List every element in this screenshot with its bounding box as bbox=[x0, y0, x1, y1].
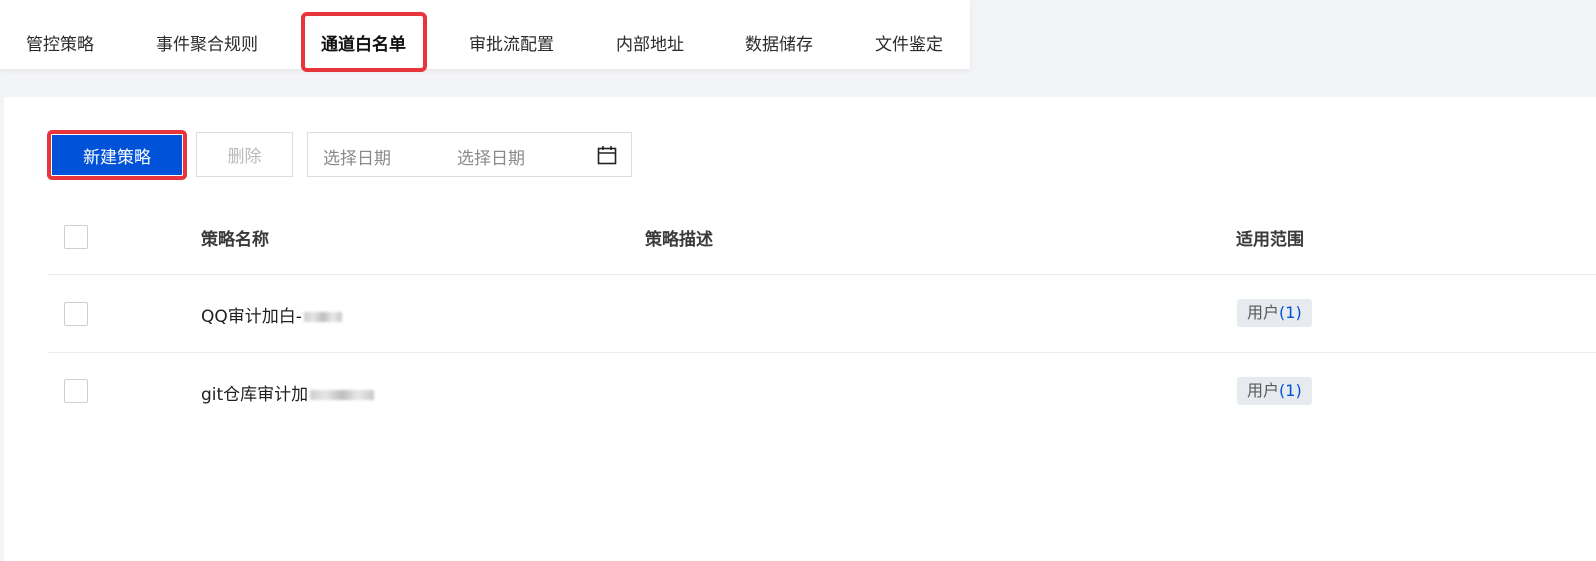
table-row-name[interactable]: QQ审计加白- bbox=[201, 302, 342, 327]
calendar-icon[interactable] bbox=[597, 145, 617, 165]
scope-tag[interactable]: 用户(1) bbox=[1237, 299, 1312, 327]
tab-data-storage[interactable]: 数据储存 bbox=[745, 30, 813, 60]
date-end-input[interactable]: 选择日期 bbox=[457, 144, 525, 169]
header-divider bbox=[48, 274, 1596, 275]
column-header-description: 策略描述 bbox=[645, 230, 713, 250]
tab-internal-address[interactable]: 内部地址 bbox=[616, 30, 684, 60]
row-checkbox[interactable] bbox=[64, 302, 88, 326]
row-checkbox[interactable] bbox=[64, 379, 88, 403]
tab-file-identification[interactable]: 文件鉴定 bbox=[875, 30, 943, 60]
tab-approval-flow[interactable]: 审批流配置 bbox=[469, 30, 554, 60]
row-divider bbox=[48, 352, 1596, 353]
select-all-checkbox[interactable] bbox=[64, 225, 88, 249]
active-tab-highlight bbox=[301, 12, 427, 72]
redacted-text bbox=[303, 312, 342, 322]
date-start-input[interactable]: 选择日期 bbox=[323, 144, 391, 169]
scope-tag[interactable]: 用户(1) bbox=[1237, 377, 1312, 405]
table-row-name[interactable]: git仓库审计加 bbox=[201, 380, 375, 405]
new-button-highlight bbox=[47, 130, 187, 180]
date-range-picker[interactable]: 选择日期 选择日期 bbox=[307, 132, 632, 177]
tab-bar: 管控策略 事件聚合规则 通道白名单 审批流配置 内部地址 数据储存 文件鉴定 bbox=[0, 0, 970, 69]
delete-button[interactable]: 删除 bbox=[196, 132, 293, 177]
tab-event-aggregation[interactable]: 事件聚合规则 bbox=[156, 30, 258, 60]
column-header-name: 策略名称 bbox=[201, 230, 269, 250]
tab-control-policy[interactable]: 管控策略 bbox=[26, 30, 94, 60]
column-header-scope: 适用范围 bbox=[1236, 230, 1304, 250]
redacted-text bbox=[310, 390, 375, 400]
